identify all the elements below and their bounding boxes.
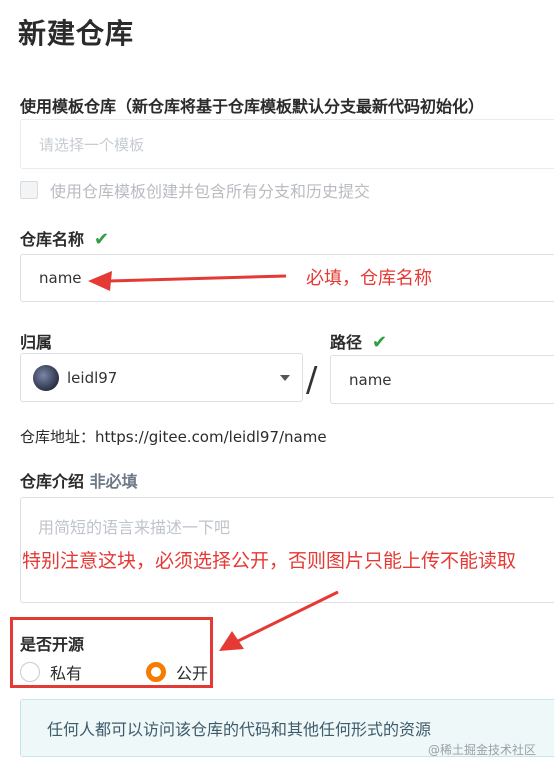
annotation-arrows (88, 271, 339, 651)
arrow-to-visibility (237, 590, 339, 643)
arrow-to-name-input (107, 274, 287, 283)
arrow-head-name (88, 271, 112, 291)
